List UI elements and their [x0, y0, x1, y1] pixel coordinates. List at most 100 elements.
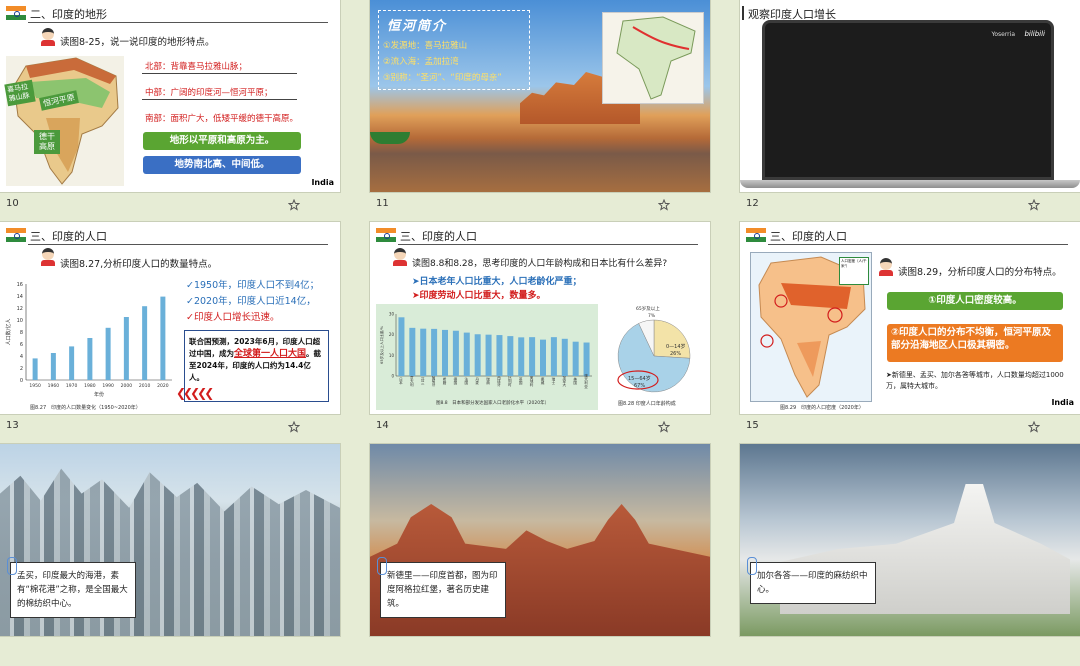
question-text: 读图8.29，分析印度人口的分布特点。 [898, 267, 1062, 278]
caption-text: 加尔各答——印度的麻纺织中心。 [757, 571, 868, 595]
x-tick-label: 瑞士 [551, 377, 556, 385]
slide-17[interactable]: 新德里——印度首都，图为印度阿格拉红堡，著名历史建筑。 [370, 444, 710, 636]
x-tick-label: 瑞典 [485, 377, 490, 386]
x-tick-label: 加拿大 [562, 375, 567, 387]
slide-thumb-18[interactable]: 加尔各答——印度的麻纺织中心。 18 [740, 444, 1080, 666]
x-tick-label: 奥地利 [529, 375, 534, 387]
terrain-point-south: 南部：面积广大，低矮平缓的德干高原。 [145, 114, 299, 124]
slide-12[interactable]: 观察印度人口增长 Yoserria bilibili [740, 0, 1080, 192]
laptop-base [740, 180, 1080, 188]
laptop-video-frame[interactable]: Yoserria bilibili [762, 20, 1054, 180]
x-tick-label: 1990 [102, 383, 114, 389]
title-underline [768, 244, 1068, 245]
slide-thumb-11[interactable]: 恒河简介 ①发源地：喜马拉雅山 ②流入海：孟加拉湾 ③别称：“圣河”、“印度的母… [370, 0, 710, 222]
y-tick-label: 12 [17, 306, 23, 312]
divider [142, 73, 297, 74]
aging-bar [409, 327, 416, 376]
slide-title: 三、印度的人口 [770, 230, 847, 243]
india-flag-icon [6, 6, 26, 20]
caption-text: 孟买，印度最大的海港，素有“棉花港”之称，是全国最大的棉纺织中心。 [17, 571, 128, 609]
x-tick-label: 2010 [139, 383, 151, 389]
star-icon[interactable] [1027, 418, 1041, 433]
slide-10[interactable]: 二、印度的地形 读图8-25，说一说印度的地形特点。 喜马拉雅山脉 恒河平原 德… [0, 0, 340, 192]
pie-label: 65岁及以上 [636, 305, 660, 312]
intro-item-sea: ②流入海：孟加拉湾 [383, 57, 459, 67]
population-density-map: 人口密度（人/千米²） [750, 252, 872, 402]
bar-caption: 图8.8 日本和部分发达国家人口老龄化水平（2020年） [436, 401, 550, 406]
slide-number: 13 [6, 420, 19, 431]
slide-16[interactable]: 孟买，印度最大的海港，素有“棉花港”之称，是全国最大的棉纺织中心。 [0, 444, 340, 636]
pie-label: 15—64岁 [628, 375, 651, 382]
slide-thumb-16[interactable]: 孟买，印度最大的海港，素有“棉花港”之称，是全国最大的棉纺织中心。 16 [0, 444, 340, 666]
title-bar-marker [742, 6, 744, 20]
slide-15[interactable]: 三、印度的人口 人口密度（人/千米²） 图8.29 印度的人口密度（2020年）… [740, 222, 1080, 414]
teacher-avatar-icon [878, 258, 894, 276]
x-tick-label: 德国 [453, 377, 458, 386]
point-india: ➤印度劳动人口比重大，数量多。 [412, 291, 546, 301]
distribution-uneven-button[interactable]: ②印度人口的分布不均衡，恒河平原及部分沿海地区人口极其稠密。 [887, 324, 1063, 362]
chart-caption: 图8.27 印度的人口数量变化（1950~2020年） [30, 405, 141, 411]
terrain-point-north: 北部：背靠喜马拉雅山脉； [145, 62, 248, 72]
conclusion-blue-button[interactable]: 地势南北高、中间低。 [143, 156, 301, 174]
slide-14[interactable]: 三、印度的人口 读图8.8和8.28，思考印度的人口年龄构成和日本比有什么差异?… [370, 222, 710, 414]
aging-bar [550, 337, 557, 376]
aging-bar [561, 338, 568, 376]
star-icon[interactable] [657, 196, 671, 211]
x-tick-label: 美国 [572, 377, 577, 386]
x-tick-label: 西班牙 [496, 375, 501, 387]
aging-bar [572, 341, 579, 376]
x-tick-label: 日本 [398, 377, 403, 385]
density-high-button[interactable]: ①印度人口密度较高。 [887, 292, 1063, 310]
x-tick-label: 2020 [157, 383, 169, 389]
aging-bar [420, 328, 427, 376]
slide-thumb-15[interactable]: 三、印度的人口 人口密度（人/千米²） 图8.29 印度的人口密度（2020年）… [740, 222, 1080, 444]
slide-title: 二、印度的地形 [30, 8, 107, 21]
slide-11[interactable]: 恒河简介 ①发源地：喜马拉雅山 ②流入海：孟加拉湾 ③别称：“圣河”、“印度的母… [370, 0, 710, 192]
y-axis-label: 65岁及以上人口比重/% [379, 325, 384, 364]
conclusion-green-button[interactable]: 地形以平原和高原为主。 [143, 132, 301, 150]
slide-thumb-13[interactable]: 三、印度的人口 读图8.27,分析印度人口的数量特点。 0 2 4 6 8 10 12 14 1… [0, 222, 340, 444]
star-icon[interactable] [287, 196, 301, 211]
star-icon[interactable] [1027, 196, 1041, 211]
pie-label: 7% [648, 313, 656, 319]
slide-title: 三、印度的人口 [400, 230, 477, 243]
bilibili-logo: bilibili [1024, 30, 1045, 38]
aging-bar-chart: 0 10 20 30 65岁及以上人口比重/% 日本 意大利 芬兰 葡萄牙 希腊 德国 法国 丹麦 瑞典西… [379, 312, 592, 388]
population-bar [32, 358, 38, 380]
slide-thumb-10[interactable]: 二、印度的地形 读图8-25，说一说印度的地形特点。 喜马拉雅山脉 恒河平原 德… [0, 0, 340, 222]
slide-18[interactable]: 加尔各答——印度的麻纺织中心。 [740, 444, 1080, 636]
x-tick-label: 丹麦 [474, 377, 479, 385]
star-icon[interactable] [287, 418, 301, 433]
photo-caption-box: 孟买，印度最大的海港，素有“棉花港”之称，是全国最大的棉纺织中心。 [7, 557, 136, 618]
population-bar [123, 317, 129, 380]
y-tick-label: 16 [17, 282, 23, 288]
fact-1950: ✓1950年，印度人口不到4亿； [186, 280, 320, 291]
boat [370, 132, 410, 144]
y-tick-label: 4 [20, 354, 23, 360]
slide-thumb-14[interactable]: 三、印度的人口 读图8.8和8.28，思考印度的人口年龄构成和日本比有什么差异?… [370, 222, 710, 444]
slide-13[interactable]: 三、印度的人口 读图8.27,分析印度人口的数量特点。 0 2 4 6 8 10 12 14 1… [0, 222, 340, 414]
terrain-map-graphic [13, 57, 119, 185]
slide-thumb-12[interactable]: 观察印度人口增长 Yoserria bilibili 12 [740, 0, 1080, 222]
y-tick-label: 14 [17, 294, 23, 300]
population-bar [87, 338, 93, 380]
slide-thumb-17[interactable]: 新德里——印度首都，图为印度阿格拉红堡，著名历史建筑。 17 [370, 444, 710, 666]
population-bar [50, 353, 56, 380]
population-bar [142, 306, 148, 380]
aging-bar [398, 317, 405, 376]
slide-number: 10 [6, 198, 19, 209]
pie-label: 0—14岁 [666, 343, 686, 350]
aging-bar [496, 335, 503, 376]
population-bar [160, 296, 166, 380]
x-tick-label: 葡萄牙 [431, 375, 436, 387]
india-logo: India [1051, 398, 1074, 407]
slide-number: 14 [376, 420, 389, 431]
x-tick-label: 1980 [84, 383, 96, 389]
forecast-emphasis: 全球第一人口大国 [234, 349, 307, 359]
star-icon[interactable] [657, 418, 671, 433]
india-flag-icon [6, 228, 26, 242]
population-bar [69, 346, 75, 380]
question-text: 读图8.27,分析印度人口的数量特点。 [60, 259, 218, 270]
teacher-avatar-icon [392, 248, 408, 266]
intro-item-alias: ③别称：“圣河”、“印度的母亲” [383, 73, 502, 83]
